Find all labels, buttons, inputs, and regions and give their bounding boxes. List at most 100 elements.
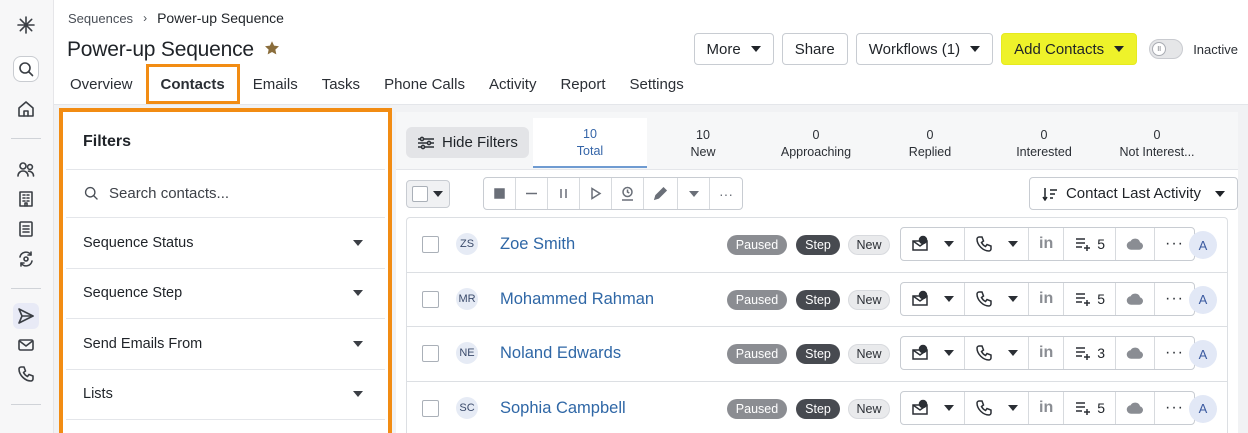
linkedin-action[interactable]: in [1029,391,1065,424]
email-action[interactable] [901,282,965,315]
chevron-down-icon [1008,350,1018,356]
search-contacts-input[interactable] [109,185,349,202]
chevron-down-icon [1008,241,1018,247]
linkedin-action[interactable]: in [1029,228,1065,260]
email-action[interactable] [901,337,965,369]
pause-button[interactable] [548,178,580,209]
remove-button[interactable] [516,178,548,209]
row-actions: in 5 ··· [900,227,1195,261]
stat-approaching[interactable]: 0 Approaching [759,118,873,168]
breadcrumb-current: Power-up Sequence [157,10,284,26]
contact-name-link[interactable]: Mohammed Rahman [500,290,654,309]
contact-name-link[interactable]: Sophia Campbell [500,399,626,418]
stat-label: Approaching [780,144,852,159]
linkedin-icon: in [1039,235,1054,252]
tab-overview[interactable]: Overview [58,64,145,104]
workflows-button-label: Workflows (1) [868,40,961,58]
stage-badge: New [848,398,890,419]
more-button[interactable]: More [693,33,774,65]
mail-icon[interactable] [13,332,39,358]
select-all-dropdown[interactable] [406,180,450,208]
chevron-down-icon [970,46,981,52]
stat-count: 0 [1040,127,1048,142]
owner-avatar[interactable]: A [1189,394,1217,423]
mail-alert-icon [912,344,928,360]
call-action[interactable] [965,282,1029,315]
stat-new[interactable]: 10 New [646,118,760,168]
search-icon[interactable] [13,56,39,82]
chevron-down-icon [944,241,954,247]
more-icon: ··· [1165,289,1184,307]
cloud-action[interactable] [1116,391,1156,424]
row-actions: in 5 ··· [900,281,1195,316]
people-icon[interactable] [13,156,39,182]
sort-dropdown[interactable]: Contact Last Activity [1028,177,1238,210]
phone-icon[interactable] [13,361,39,387]
logo-icon[interactable] [13,12,39,38]
tab-contacts[interactable]: Contacts [145,64,240,104]
add-contacts-button[interactable]: Add Contacts [1001,33,1138,65]
filter-lists[interactable]: Lists [66,370,385,420]
tasks-action[interactable]: 5 [1064,391,1117,424]
breadcrumb-sequences-link[interactable]: Sequences [68,11,133,26]
stat-replied[interactable]: 0 Replied [873,118,987,168]
workflows-button[interactable]: Workflows (1) [855,33,994,65]
call-action[interactable] [965,228,1029,260]
send-icon[interactable] [13,303,39,329]
contact-name-link[interactable]: Zoe Smith [500,235,575,254]
row-checkbox[interactable] [422,399,439,417]
stat-total[interactable]: 10 Total [533,118,647,168]
tasks-action[interactable]: 5 [1064,228,1117,260]
home-icon[interactable] [13,96,39,122]
hide-filters-button[interactable]: Hide Filters [406,127,529,158]
stat-interested[interactable]: 0 Interested [987,118,1101,168]
filter-label: Lists [83,386,113,403]
stage-badge: New [848,235,890,255]
tab-emails[interactable]: Emails [241,64,310,104]
linkedin-action[interactable]: in [1029,282,1065,315]
select-all-checkbox[interactable] [412,186,428,202]
tab-phone-calls[interactable]: Phone Calls [372,64,477,104]
owner-avatar[interactable]: A [1189,285,1217,314]
cloud-action[interactable] [1116,282,1156,315]
row-checkbox[interactable] [422,290,439,308]
stop-button[interactable] [484,178,516,209]
filter-sequence-step[interactable]: Sequence Step [66,269,385,319]
tab-settings[interactable]: Settings [618,64,696,104]
cloud-action[interactable] [1116,228,1156,260]
schedule-button[interactable] [612,178,644,209]
call-action[interactable] [965,337,1029,369]
edit-button[interactable] [644,178,678,209]
filter-send-emails-from[interactable]: Send Emails From [66,319,385,370]
task-count: 5 [1097,290,1106,307]
sync-icon[interactable] [13,246,39,272]
tab-report[interactable]: Report [548,64,617,104]
edit-dropdown-button[interactable] [678,178,710,209]
filter-sequence-status[interactable]: Sequence Status [66,218,385,269]
contact-name-link[interactable]: Noland Edwards [500,344,621,363]
list-icon[interactable] [13,216,39,242]
resume-button[interactable] [580,178,612,209]
stat-not-interested[interactable]: 0 Not Interest... [1100,118,1214,168]
star-icon[interactable] [264,40,280,61]
tasks-action[interactable]: 3 [1064,337,1117,369]
stat-count: 0 [1153,127,1161,142]
tab-tasks[interactable]: Tasks [310,64,372,104]
cloud-icon [1126,238,1143,250]
row-checkbox[interactable] [422,236,439,253]
linkedin-action[interactable]: in [1029,337,1065,369]
stat-count: 0 [926,127,934,142]
owner-avatar[interactable]: A [1189,231,1217,259]
tab-activity[interactable]: Activity [477,64,549,104]
tasks-action[interactable]: 5 [1064,282,1117,315]
email-action[interactable] [901,391,965,424]
email-action[interactable] [901,228,965,260]
row-checkbox[interactable] [422,345,439,362]
owner-avatar[interactable]: A [1189,340,1217,368]
call-action[interactable] [965,391,1029,424]
building-icon[interactable] [13,186,39,212]
cloud-action[interactable] [1116,337,1156,369]
bulk-more-button[interactable]: ··· [710,178,742,209]
share-button[interactable]: Share [781,33,848,65]
active-toggle[interactable]: II [1149,39,1184,59]
